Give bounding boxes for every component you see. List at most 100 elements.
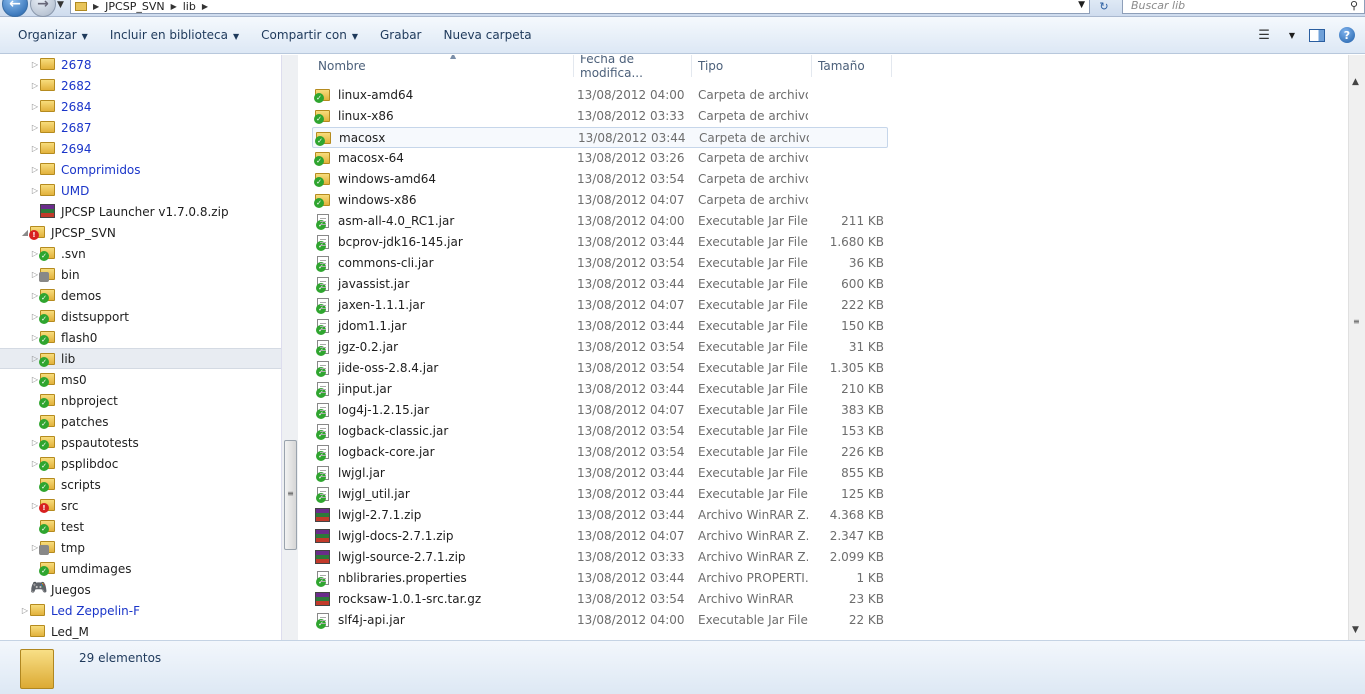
share-with-button[interactable]: Compartir con ▼ (253, 28, 366, 42)
address-field[interactable]: ▶ JPCSP_SVN ▶ lib ▶ ▼ (70, 0, 1090, 14)
preview-pane-icon[interactable] (1309, 28, 1325, 42)
file-row[interactable]: ✓ linux-x86 13/08/2012 03:33 a... Carpeta d… (312, 106, 888, 127)
tree-item[interactable]: ▷ ✓ psplibdoc (0, 453, 281, 474)
tree-item[interactable]: ▷ 2682 (0, 75, 281, 96)
search-input[interactable]: Buscar lib ⚲ (1122, 0, 1365, 14)
file-date: 13/08/2012 03:54 a... (577, 361, 687, 375)
tree-item[interactable]: ▷ tmp (0, 537, 281, 558)
expand-icon[interactable]: ▷ (20, 606, 30, 615)
tree-item[interactable]: ✓ patches (0, 411, 281, 432)
tree-item[interactable]: ▷ 2694 (0, 138, 281, 159)
file-row[interactable]: ✓ jgz-0.2.jar 13/08/2012 03:54 a... Executa… (312, 337, 888, 358)
view-options-dropdown-icon[interactable]: ▼ (1289, 31, 1295, 40)
file-row[interactable]: ✓ macosx-64 13/08/2012 03:26 a... Carpeta d… (312, 148, 888, 169)
tree-item[interactable]: JPCSP Launcher v1.7.0.8.zip (0, 201, 281, 222)
scroll-down-icon[interactable]: ▼ (1352, 625, 1359, 635)
scroll-up-icon[interactable]: ▲ (1352, 77, 1359, 87)
tree-item[interactable]: ▷ ✓ .svn (0, 243, 281, 264)
expand-icon[interactable]: ▷ (30, 60, 40, 69)
chevron-right-icon[interactable]: ▶ (171, 2, 177, 11)
file-row[interactable]: ✓ lwjgl_util.jar 13/08/2012 03:44 a... Exec… (312, 484, 888, 505)
file-size: 226 KB (841, 445, 884, 459)
burn-button[interactable]: Grabar (372, 28, 430, 42)
navigation-scrollbar-thumb[interactable]: ≡ (284, 440, 297, 550)
file-row[interactable]: ✓ macosx 13/08/2012 03:44 a... Carpeta de a… (312, 127, 888, 148)
tree-item[interactable]: ▷ Comprimidos (0, 159, 281, 180)
breadcrumb-jpcsp-svn[interactable]: JPCSP_SVN (105, 0, 164, 13)
file-row[interactable]: ✓ windows-amd64 13/08/2012 03:54 a... Carpe… (312, 169, 888, 190)
tree-item[interactable]: ▷! src (0, 495, 281, 516)
tree-item[interactable]: ▷ 2678 (0, 55, 281, 75)
new-folder-button[interactable]: Nueva carpeta (435, 28, 539, 42)
address-dropdown-icon[interactable]: ▼ (1078, 0, 1085, 10)
file-list-scrollbar[interactable]: ▲ ≡ ▼ (1348, 55, 1365, 640)
file-row[interactable]: lwjgl-docs-2.7.1.zip 13/08/2012 04:07 a..… (312, 526, 888, 547)
tree-item[interactable]: ▷ ✓ demos (0, 285, 281, 306)
column-size[interactable]: Tamaño (812, 55, 892, 77)
file-row[interactable]: ✓ jdom1.1.jar 13/08/2012 03:44 a... Executa… (312, 316, 888, 337)
expand-icon[interactable]: ▷ (30, 81, 40, 90)
column-type[interactable]: Tipo (692, 55, 812, 77)
recent-pages-dropdown-icon[interactable]: ▼ (57, 0, 64, 10)
tree-item[interactable]: 🎮 Juegos (0, 579, 281, 600)
tree-item[interactable]: ▷ ✓ flash0 (0, 327, 281, 348)
expand-icon[interactable]: ▷ (30, 102, 40, 111)
search-icon[interactable]: ⚲ (1350, 0, 1358, 11)
svn-ok-badge-icon: ✓ (316, 577, 326, 587)
file-row[interactable]: ✓ slf4j-api.jar 13/08/2012 04:00 a... Execu… (312, 610, 888, 631)
tree-item[interactable]: ▷ ✓ pspautotests (0, 432, 281, 453)
tree-item[interactable]: ✓ test (0, 516, 281, 537)
file-row[interactable]: ✓ javassist.jar 13/08/2012 03:44 a... Execu… (312, 274, 888, 295)
tree-item[interactable]: ▷ bin (0, 264, 281, 285)
tree-item[interactable]: ▷ ✓ distsupport (0, 306, 281, 327)
navigation-scrollbar[interactable]: ≡ (281, 55, 298, 640)
tree-item[interactable]: ▷ ✓ lib (0, 348, 281, 369)
file-row[interactable]: ✓ nblibraries.properties 13/08/2012 03:44 … (312, 568, 888, 589)
sort-ascending-icon: ▲ (450, 55, 457, 60)
file-row[interactable]: lwjgl-2.7.1.zip 13/08/2012 03:44 a... Arch… (312, 505, 888, 526)
forward-button[interactable]: → (30, 0, 56, 17)
expand-icon[interactable]: ▷ (30, 186, 40, 195)
file-row[interactable]: ✓ asm-all-4.0_RC1.jar 13/08/2012 04:00 a..… (312, 211, 888, 232)
file-row[interactable]: ✓ logback-core.jar 13/08/2012 03:54 a... Ex… (312, 442, 888, 463)
tree-item[interactable]: ✓ scripts (0, 474, 281, 495)
refresh-icon[interactable]: ↻ (1093, 0, 1115, 14)
svn-folder-icon: ✓ (39, 289, 55, 303)
file-row[interactable]: lwjgl-source-2.7.1.zip 13/08/2012 03:33 a… (312, 547, 888, 568)
file-row[interactable]: ✓ linux-amd64 13/08/2012 04:00 a... Carpeta… (312, 85, 888, 106)
tree-item[interactable]: ▷ 2687 (0, 117, 281, 138)
file-row[interactable]: ✓ commons-cli.jar 13/08/2012 03:54 a... Exe… (312, 253, 888, 274)
tree-item[interactable]: ▷ ✓ ms0 (0, 369, 281, 390)
file-row[interactable]: rocksaw-1.0.1-src.tar.gz 13/08/2012 03:54… (312, 589, 888, 610)
file-row[interactable]: ✓ lwjgl.jar 13/08/2012 03:44 a... Executabl… (312, 463, 888, 484)
navigation-pane[interactable]: ▷ 2678 ▷ 2682 ▷ 2684 ▷ 2687 ▷ 2694 ▷ Comprimidos ▷ UM… (0, 55, 281, 640)
breadcrumb-lib[interactable]: lib (183, 0, 196, 13)
tree-item[interactable]: ✓ umdimages (0, 558, 281, 579)
file-row[interactable]: ✓ windows-x86 13/08/2012 04:07 a... Carpeta… (312, 190, 888, 211)
help-icon[interactable]: ? (1339, 27, 1355, 43)
tree-item[interactable]: ◢! JPCSP_SVN (0, 222, 281, 243)
file-size: 855 KB (841, 466, 884, 480)
file-row[interactable]: ✓ logback-classic.jar 13/08/2012 03:54 a..… (312, 421, 888, 442)
file-row[interactable]: ✓ jaxen-1.1.1.jar 13/08/2012 04:07 a... Exe… (312, 295, 888, 316)
organize-button[interactable]: Organizar ▼ (10, 28, 96, 42)
file-row[interactable]: ✓ bcprov-jdk16-145.jar 13/08/2012 03:44 a.… (312, 232, 888, 253)
tree-item[interactable]: ▷ Led Zeppelin-F (0, 600, 281, 621)
file-row[interactable]: ✓ log4j-1.2.15.jar 13/08/2012 04:07 a... Ex… (312, 400, 888, 421)
expand-icon[interactable]: ▷ (30, 123, 40, 132)
tree-item[interactable]: Led_M (0, 621, 281, 640)
chevron-right-icon[interactable]: ▶ (93, 2, 99, 11)
tree-item[interactable]: ▷ UMD (0, 180, 281, 201)
file-row[interactable]: ✓ jide-oss-2.8.4.jar 13/08/2012 03:54 a...… (312, 358, 888, 379)
expand-icon[interactable]: ▷ (30, 144, 40, 153)
tree-item[interactable]: ✓ nbproject (0, 390, 281, 411)
column-name[interactable]: Nombre ▲ (312, 55, 574, 77)
include-library-button[interactable]: Incluir en biblioteca ▼ (102, 28, 247, 42)
chevron-right-icon[interactable]: ▶ (202, 2, 208, 11)
back-button[interactable]: ← (2, 0, 28, 17)
expand-icon[interactable]: ▷ (30, 165, 40, 174)
column-date[interactable]: Fecha de modifica... (574, 55, 692, 80)
tree-item[interactable]: ▷ 2684 (0, 96, 281, 117)
change-view-icon[interactable]: ☰ (1258, 28, 1270, 43)
file-row[interactable]: ✓ jinput.jar 13/08/2012 03:44 a... Executab… (312, 379, 888, 400)
